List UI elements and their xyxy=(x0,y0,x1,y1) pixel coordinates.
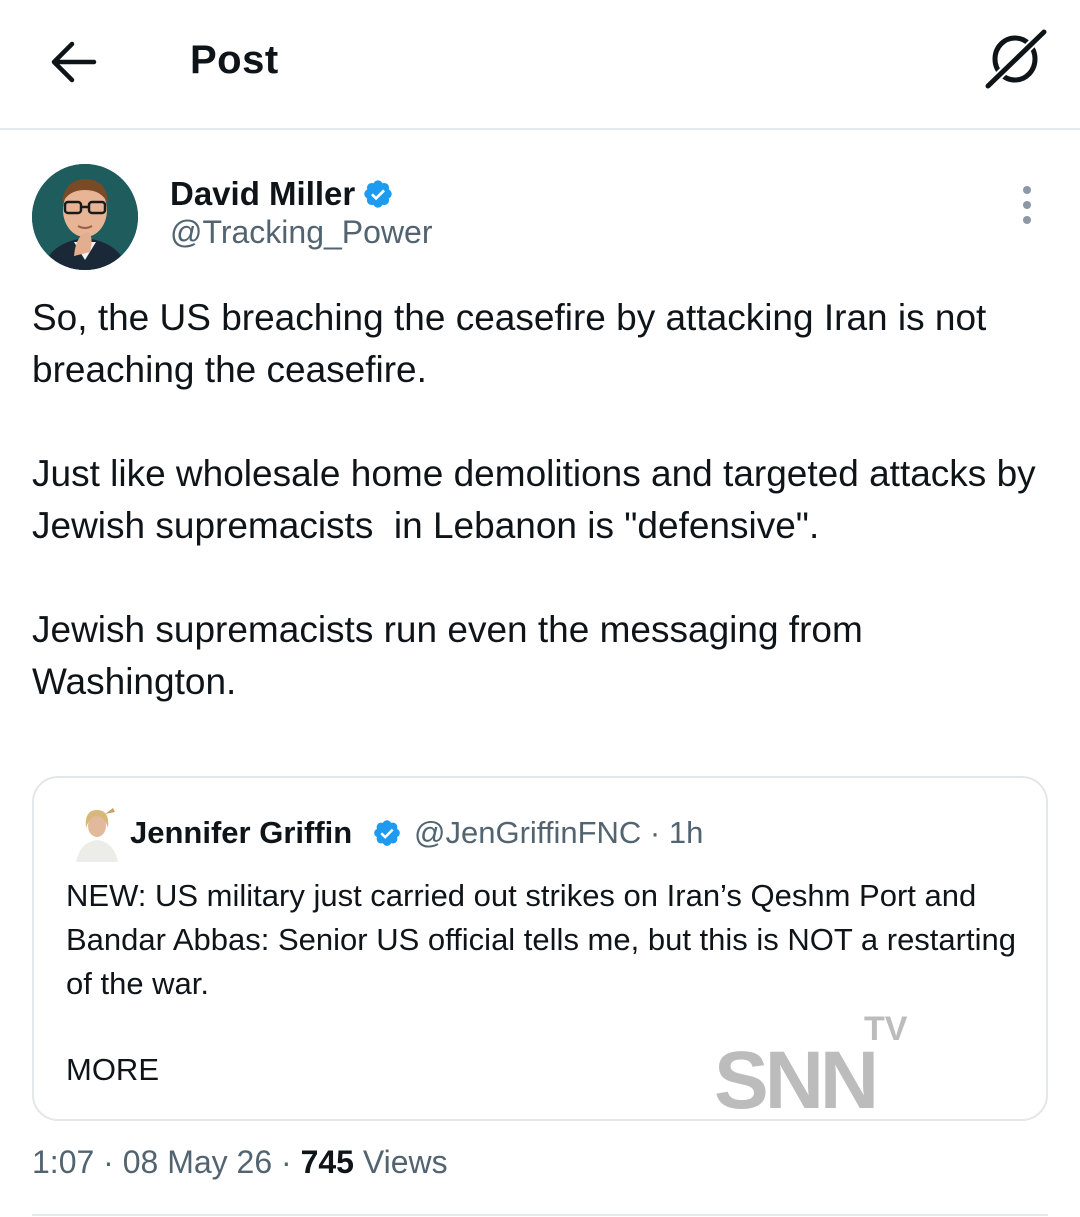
svg-text:SNN: SNN xyxy=(714,1035,875,1114)
more-options-button[interactable] xyxy=(1010,186,1044,226)
post-time[interactable]: 1:07 xyxy=(32,1144,94,1180)
top-bar: Post xyxy=(0,0,1080,130)
views-count[interactable]: 745 xyxy=(301,1144,354,1180)
quoted-tweet-card[interactable]: Jennifer Griffin @JenGriffinFNC · 1h NEW… xyxy=(32,776,1048,1121)
back-button[interactable] xyxy=(44,34,104,90)
quoted-tweet-text: NEW: US military just carried out strike… xyxy=(66,878,1016,1001)
quoted-author-avatar xyxy=(70,804,124,864)
snn-tv-watermark-logo: TV SNN xyxy=(714,1010,908,1114)
arrow-left-icon xyxy=(51,41,97,83)
more-dot-icon xyxy=(1023,201,1031,209)
quoted-author-name: Jennifer Griffin xyxy=(130,815,353,850)
post-meta: 1:07 · 08 May 26 · 745 Views xyxy=(32,1144,448,1180)
author-name[interactable]: David Miller xyxy=(170,175,355,213)
post-date[interactable]: 08 May 26 xyxy=(123,1144,272,1180)
grok-icon xyxy=(981,25,1051,93)
page-title: Post xyxy=(190,38,279,82)
quoted-post-age: 1h xyxy=(668,815,704,850)
more-dot-icon xyxy=(1023,216,1031,224)
quoted-verified-badge-icon xyxy=(374,820,400,846)
more-dot-icon xyxy=(1023,186,1031,194)
author-handle[interactable]: @Tracking_Power xyxy=(170,214,433,251)
quoted-more-link[interactable]: MORE xyxy=(66,1052,159,1088)
tweet-text: So, the US breaching the ceasefire by at… xyxy=(32,297,1036,702)
divider xyxy=(32,1214,1048,1216)
views-label: Views xyxy=(362,1144,448,1180)
author-avatar-image xyxy=(32,164,138,270)
author-avatar[interactable] xyxy=(32,164,138,270)
quoted-author-handle-line: @JenGriffinFNC · 1h xyxy=(414,815,704,850)
grok-button[interactable] xyxy=(980,25,1054,93)
quoted-author-handle: @JenGriffinFNC xyxy=(414,815,642,850)
verified-badge-icon xyxy=(364,180,392,208)
